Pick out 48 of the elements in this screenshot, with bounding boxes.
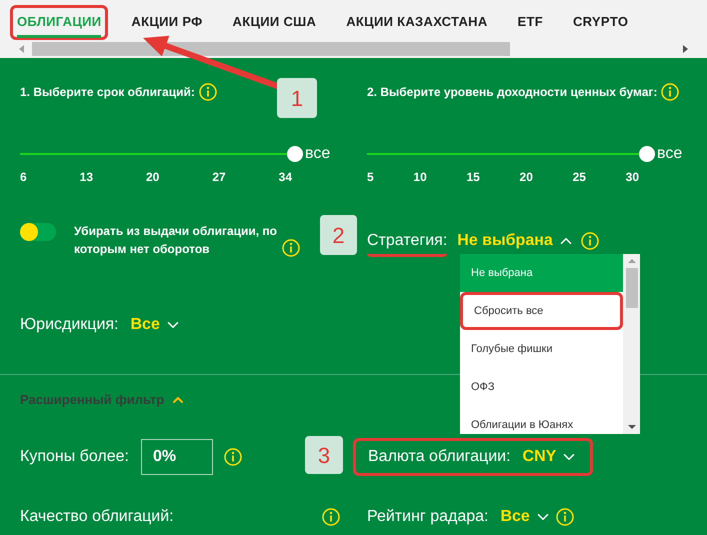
- tab[interactable]: АКЦИИ США: [232, 8, 316, 38]
- info-icon[interactable]: [224, 448, 242, 466]
- info-icon[interactable]: [282, 239, 300, 257]
- step-number-badge: 1: [277, 78, 317, 118]
- tick-label: 20: [520, 170, 533, 184]
- toggle-knob: [20, 223, 38, 241]
- dropdown-option[interactable]: Сбросить все: [460, 292, 623, 330]
- tab[interactable]: CRYPTO: [572, 8, 628, 38]
- tick-label: 30: [626, 170, 639, 184]
- strategy-label: Стратегия:: [367, 230, 448, 257]
- filter-title: 2. Выберите уровень доходности ценных бумаг:: [367, 85, 658, 99]
- currency-label: Валюта облигации:: [368, 447, 511, 467]
- step-number-badge: 2: [320, 215, 357, 255]
- step-number-badge: 3: [305, 436, 343, 474]
- slider-value: все: [305, 146, 330, 162]
- jurisdiction-label: Юрисдикция:: [20, 315, 118, 335]
- scrollbar-thumb[interactable]: [32, 42, 510, 56]
- radar-rating-label: Рейтинг радара:: [367, 507, 488, 527]
- dropdown-option[interactable]: ОФЗ: [460, 368, 623, 406]
- tick-label: 5: [367, 170, 374, 184]
- slider-value: все: [657, 146, 682, 162]
- slider-thumb[interactable]: [287, 146, 303, 162]
- dropdown-option[interactable]: Облигации в Юанях: [460, 406, 623, 434]
- tick-label: 25: [572, 170, 586, 184]
- filter-title: 1. Выберите срок облигаций:: [20, 85, 195, 99]
- info-icon[interactable]: [198, 83, 217, 101]
- tick-label: 10: [413, 170, 427, 184]
- coupons-label: Купоны более:: [20, 447, 129, 467]
- tick-label: 13: [80, 170, 94, 184]
- dropdown-option[interactable]: Голубые фишки: [460, 330, 623, 368]
- tab[interactable]: АКЦИИ РФ: [131, 8, 203, 38]
- tick-label: 27: [212, 170, 226, 184]
- info-icon[interactable]: [580, 232, 599, 250]
- toggle-switch[interactable]: [20, 223, 56, 241]
- quality-label: Качество облигаций:: [20, 507, 174, 527]
- info-icon[interactable]: [556, 508, 574, 526]
- tab[interactable]: ETF: [518, 8, 543, 38]
- tick-label: 15: [466, 170, 480, 184]
- tick-label: 6: [20, 170, 27, 184]
- coupons-input[interactable]: 0%: [140, 439, 213, 475]
- slider-thumb[interactable]: [639, 146, 655, 162]
- toggle-label: Убирать из выдачи облигации, по которым нет оборотов: [74, 223, 278, 258]
- tick-label: 34: [278, 170, 292, 184]
- info-icon[interactable]: [322, 508, 340, 526]
- info-icon[interactable]: [661, 83, 680, 101]
- scrollbar-thumb[interactable]: [626, 268, 638, 308]
- tab[interactable]: АКЦИИ КАЗАХСТАНА: [346, 8, 488, 38]
- tick-label: 20: [146, 170, 160, 184]
